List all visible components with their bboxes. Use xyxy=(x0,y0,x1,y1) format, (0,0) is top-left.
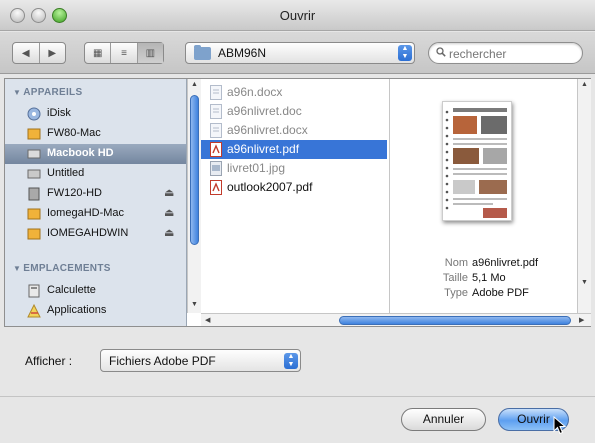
search-field[interactable] xyxy=(428,42,583,64)
window-title: Ouvrir xyxy=(279,8,316,23)
sidebar-scroll-thumb[interactable] xyxy=(190,95,199,245)
popup-arrows-icon: ▲ ▼ xyxy=(398,45,412,61)
search-icon xyxy=(436,47,446,57)
sidebar-item-fw80-mac[interactable]: FW80-Mac xyxy=(5,124,186,144)
sidebar-item-iomegahdwin[interactable]: IOMEGAHDWIN ⏏ xyxy=(5,224,186,244)
sidebar-scrollbar[interactable]: ▲ ▼ xyxy=(187,79,201,313)
scroll-left-icon[interactable]: ◀ xyxy=(205,316,210,324)
sidebar-item-applications[interactable]: Applications xyxy=(5,301,186,321)
sidebar-item-idisk[interactable]: iDisk xyxy=(5,104,186,124)
sidebar-section-places[interactable]: ▼ EMPLACEMENTS xyxy=(13,263,111,274)
sidebar-item-untitled[interactable]: Untitled xyxy=(5,164,186,184)
file-item[interactable]: livret01.jpg xyxy=(201,159,387,178)
folder-path-popup[interactable]: ABM96N ▲ ▼ xyxy=(185,42,415,64)
mouse-cursor-icon xyxy=(553,416,566,435)
filter-label: Afficher : xyxy=(25,354,73,368)
sidebar: ▼ APPAREILS iDisk FW80-Mac Macbook HD Un… xyxy=(5,79,187,326)
drive-icon xyxy=(27,208,41,220)
external-drive-icon xyxy=(28,187,40,201)
scroll-down-icon[interactable]: ▼ xyxy=(191,301,198,308)
title-bar: Ouvrir xyxy=(0,0,595,31)
forward-button[interactable]: ▶ xyxy=(40,43,66,63)
divider xyxy=(0,396,595,397)
cancel-button[interactable]: Annuler xyxy=(401,408,486,431)
icon-view-button[interactable]: ▦ xyxy=(85,43,112,63)
scroll-right-icon[interactable]: ▶ xyxy=(579,316,584,324)
sidebar-section-devices[interactable]: ▼ APPAREILS xyxy=(13,87,82,98)
eject-icon[interactable]: ⏏ xyxy=(164,226,174,239)
word-document-icon xyxy=(210,85,222,100)
horizontal-scroll-thumb[interactable] xyxy=(339,316,571,325)
disclosure-triangle-icon: ▼ xyxy=(13,88,22,97)
toolbar: ◀ ▶ ▦ ≡ ▥ ABM96N ▲ ▼ xyxy=(0,32,595,74)
pdf-page-preview-icon xyxy=(445,108,507,218)
document-thumbnail xyxy=(442,101,512,221)
preview-pane: Nom a96nlivret.pdf Taille 5,1 Mo Type Adobe… xyxy=(389,79,579,313)
file-item-selected[interactable]: a96nlivret.pdf xyxy=(201,140,387,159)
image-file-icon xyxy=(210,161,222,176)
sidebar-item-fw120-hd[interactable]: FW120-HD ⏏ xyxy=(5,184,186,204)
file-type-value: Fichiers Adobe PDF xyxy=(109,354,216,368)
file-item[interactable]: outlook2007.pdf xyxy=(201,178,387,197)
file-item[interactable]: a96n.docx xyxy=(201,83,387,102)
browser-pane: ▼ APPAREILS iDisk FW80-Mac Macbook HD Un… xyxy=(4,78,591,327)
current-folder-label: ABM96N xyxy=(218,46,267,60)
idisk-icon xyxy=(27,107,41,121)
back-forward-control: ◀ ▶ xyxy=(12,42,66,64)
pdf-icon xyxy=(210,180,222,195)
drive-icon xyxy=(27,228,41,240)
sidebar-item-macbook-hd[interactable]: Macbook HD xyxy=(5,144,186,164)
eject-icon[interactable]: ⏏ xyxy=(164,186,174,199)
search-input[interactable] xyxy=(449,46,574,61)
word-document-icon xyxy=(210,104,222,119)
view-mode-control: ▦ ≡ ▥ xyxy=(84,42,164,64)
disk-icon xyxy=(27,169,41,179)
open-dialog: Ouvrir ◀ ▶ ▦ ≡ ▥ ABM96N ▲ ▼ rechercher ▼… xyxy=(0,0,595,443)
popup-arrows-icon: ▲ ▼ xyxy=(284,353,298,369)
internal-drive-icon xyxy=(27,149,41,159)
file-item[interactable]: a96nlivret.docx xyxy=(201,121,387,140)
preview-scrollbar[interactable]: ▲ ▼ xyxy=(577,79,591,313)
scroll-up-icon[interactable]: ▲ xyxy=(581,81,588,88)
word-document-icon xyxy=(210,123,222,138)
folder-icon xyxy=(194,45,211,60)
sidebar-item-iomegahd-mac[interactable]: IomegaHD-Mac ⏏ xyxy=(5,204,186,224)
horizontal-scrollbar[interactable]: ◀ ▶ xyxy=(201,313,591,326)
file-column: a96n.docx a96nlivret.doc a96nlivret.docx xyxy=(201,79,387,313)
scroll-down-icon[interactable]: ▼ xyxy=(581,279,588,286)
drive-icon xyxy=(27,128,41,140)
list-view-button[interactable]: ≡ xyxy=(111,43,138,63)
file-item[interactable]: a96nlivret.doc xyxy=(201,102,387,121)
disclosure-triangle-icon: ▼ xyxy=(13,264,22,273)
calculator-icon xyxy=(28,284,40,298)
back-button[interactable]: ◀ xyxy=(13,43,40,63)
scroll-up-icon[interactable]: ▲ xyxy=(191,81,198,88)
sidebar-item-calculette[interactable]: Calculette xyxy=(5,281,186,301)
file-type-select[interactable]: Fichiers Adobe PDF ▲ ▼ xyxy=(100,349,301,372)
column-view-button[interactable]: ▥ xyxy=(137,43,163,63)
eject-icon[interactable]: ⏏ xyxy=(164,206,174,219)
applications-icon xyxy=(27,304,41,318)
pdf-icon xyxy=(210,142,222,157)
